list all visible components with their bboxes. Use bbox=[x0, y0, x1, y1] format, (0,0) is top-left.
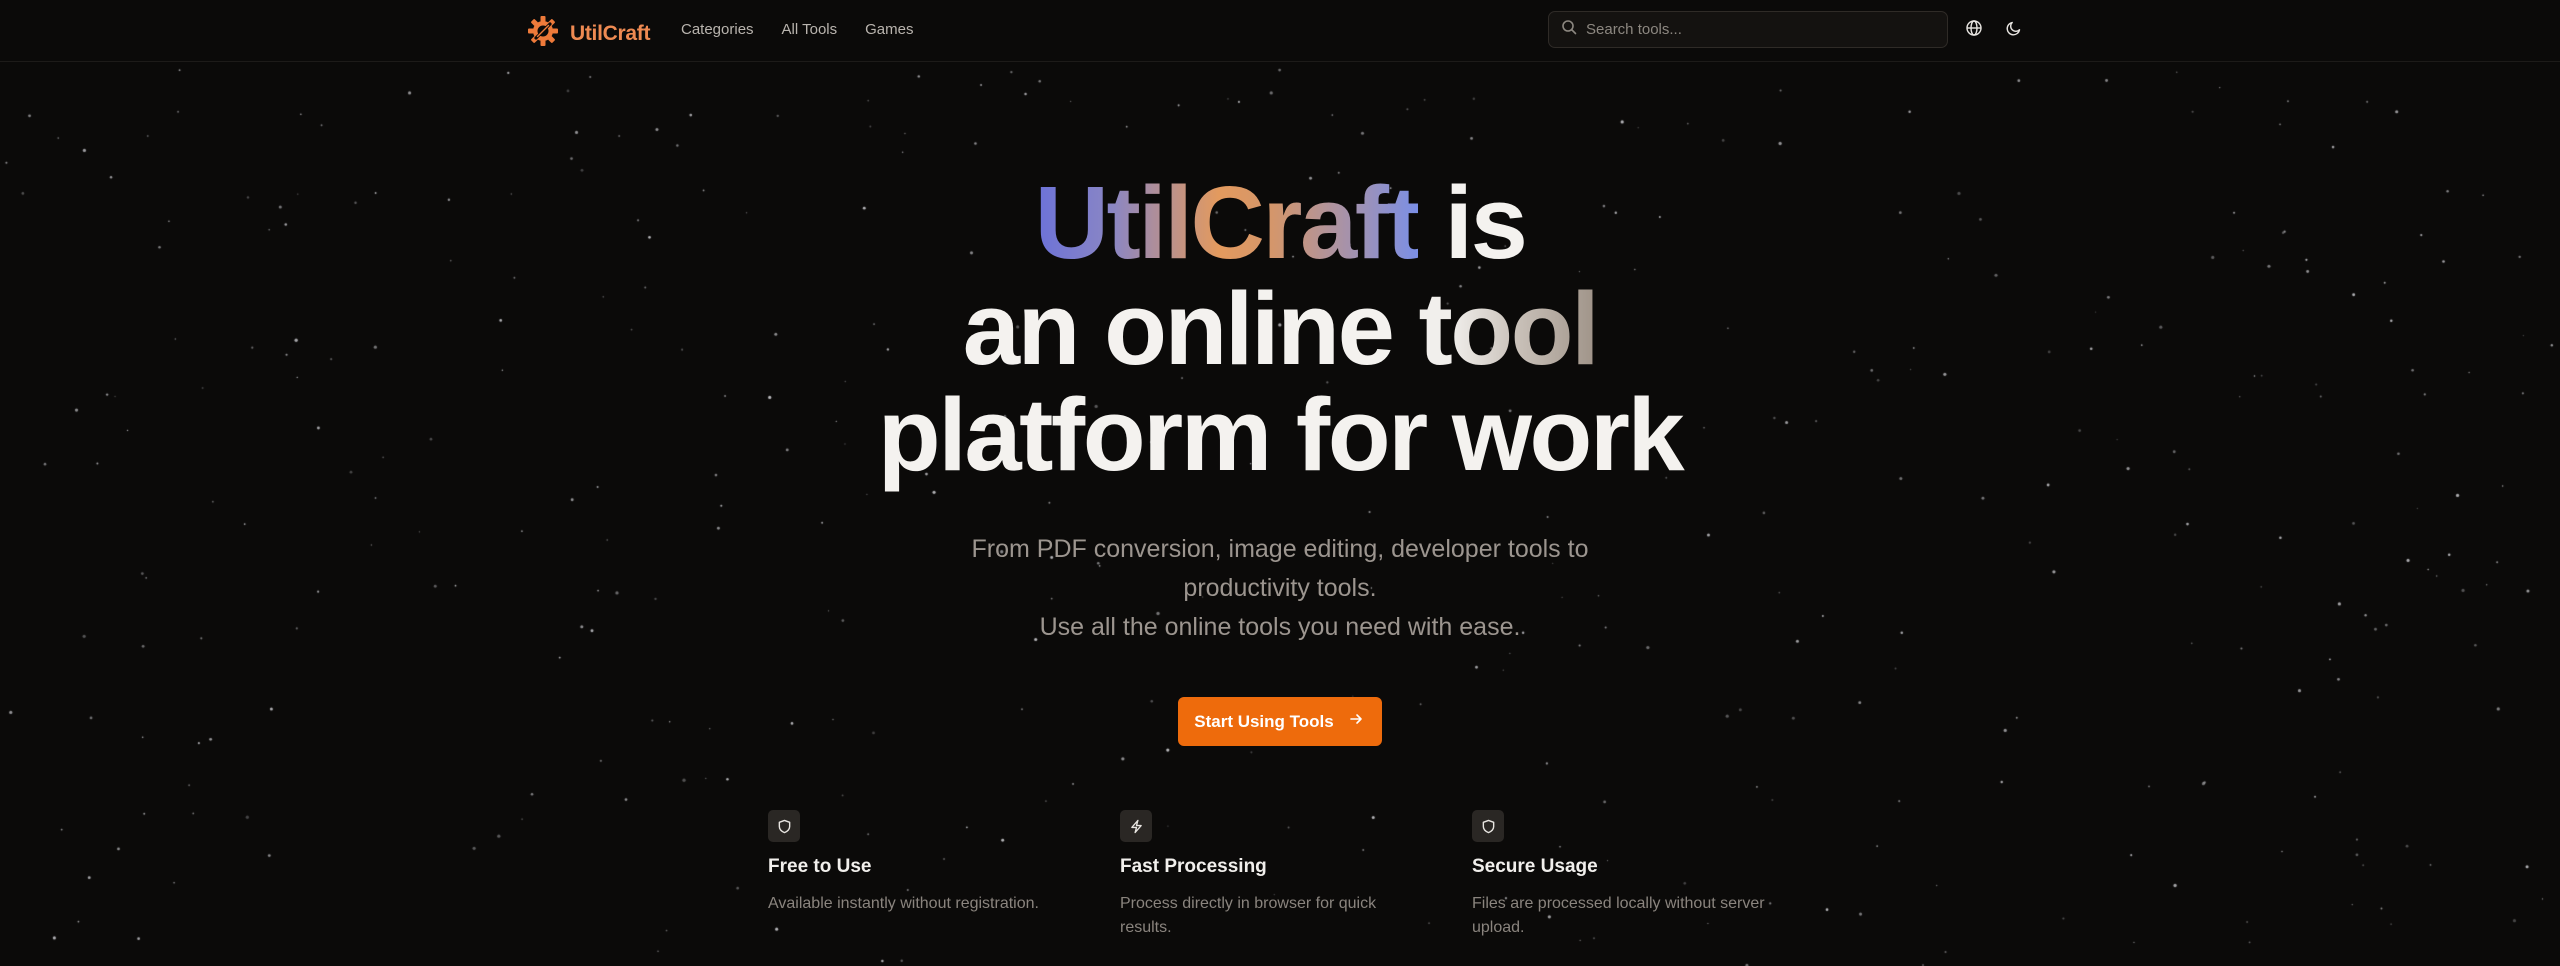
feature-secure-usage: Secure Usage Files are processed locally… bbox=[1472, 810, 1824, 940]
lightning-icon bbox=[1120, 810, 1152, 842]
arrow-right-icon bbox=[1348, 711, 1364, 732]
hero-subtitle: From PDF conversion, image editing, deve… bbox=[0, 530, 2560, 647]
feature-free-to-use: Free to Use Available instantly without … bbox=[768, 810, 1120, 940]
feature-fast-processing: Fast Processing Process directly in brow… bbox=[1120, 810, 1472, 940]
feature-title: Fast Processing bbox=[1120, 856, 1267, 877]
hero-title-line-1: UtilCraft is bbox=[0, 170, 2560, 276]
feature-description: Process directly in browser for quick re… bbox=[1120, 895, 1377, 936]
gear-logo-icon bbox=[526, 14, 560, 53]
nav-link-games[interactable]: Games bbox=[865, 21, 913, 38]
globe-icon bbox=[1965, 19, 1983, 42]
brand-logo-link[interactable]: UtilCraft bbox=[526, 14, 650, 53]
theme-toggle-button[interactable] bbox=[2002, 18, 2026, 42]
hero-subtitle-line-2: productivity tools. bbox=[1183, 574, 1377, 602]
search-input[interactable] bbox=[1586, 21, 1926, 38]
shield-icon bbox=[1472, 810, 1504, 842]
feature-description: Files are processed locally without serv… bbox=[1472, 895, 1765, 936]
shield-icon bbox=[768, 810, 800, 842]
hero-title: UtilCraft is an online tool platform for… bbox=[0, 170, 2560, 488]
language-button[interactable] bbox=[1962, 18, 1986, 42]
top-navigation-bar: UtilCraft Categories All Tools Games bbox=[0, 0, 2560, 62]
hero-section: UtilCraft is an online tool platform for… bbox=[0, 170, 2560, 746]
nav-link-all-tools[interactable]: All Tools bbox=[782, 21, 838, 38]
brand-name: UtilCraft bbox=[570, 21, 651, 45]
hero-subtitle-line-1: From PDF conversion, image editing, deve… bbox=[971, 535, 1589, 563]
feature-title: Secure Usage bbox=[1472, 856, 1598, 877]
features-row: Free to Use Available instantly without … bbox=[768, 810, 1824, 940]
feature-title: Free to Use bbox=[768, 856, 872, 877]
feature-description: Available instantly without registration… bbox=[768, 895, 1039, 912]
hero-title-is: is bbox=[1418, 165, 1527, 280]
main-nav: Categories All Tools Games bbox=[681, 21, 914, 38]
hero-subtitle-line-3: Use all the online tools you need with e… bbox=[1039, 613, 1521, 641]
start-using-tools-button[interactable]: Start Using Tools bbox=[1178, 697, 1382, 746]
cta-label: Start Using Tools bbox=[1194, 711, 1334, 731]
nav-link-categories[interactable]: Categories bbox=[681, 21, 754, 38]
hero-title-line-2: an online tool bbox=[0, 276, 2560, 382]
hero-title-line-3: platform for work bbox=[877, 377, 1685, 492]
search-icon bbox=[1561, 19, 1577, 40]
moon-icon bbox=[2005, 19, 2023, 42]
hero-title-brand: UtilCraft bbox=[1034, 165, 1421, 280]
hero-title-tool: tool bbox=[1418, 271, 1599, 386]
hero-title-online: an online bbox=[962, 271, 1419, 386]
search-box[interactable] bbox=[1548, 11, 1948, 48]
